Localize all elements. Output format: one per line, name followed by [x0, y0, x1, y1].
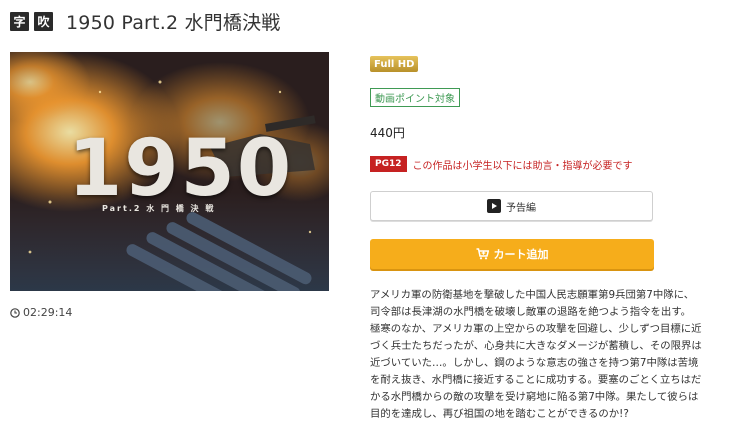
- poster-image[interactable]: 1950 Part.2 水 門 橋 決 戦: [10, 52, 329, 291]
- cart-icon: [476, 248, 489, 260]
- play-icon: [487, 199, 501, 213]
- duration-text: 02:29:14: [23, 306, 73, 319]
- pg12-badge: PG12: [370, 156, 407, 172]
- trailer-button[interactable]: 予告編: [370, 191, 653, 221]
- cart-label: カート追加: [493, 248, 549, 261]
- title-row: 字 吹 1950 Part.2 水門橋決戦: [10, 10, 281, 34]
- poster-title-text: 1950: [68, 124, 294, 214]
- subtitle-tag: 字: [10, 11, 29, 31]
- duration: 02:29:14: [10, 306, 72, 319]
- points-badge: 動画ポイント対象: [370, 88, 460, 107]
- description: アメリカ軍の防衛基地を撃破した中国人民志願軍第9兵団第7中隊に、 司令部は長津湖…: [370, 287, 722, 423]
- description-line: かる水門橋からの敵の攻撃を受け窮地に陥る第7中隊。果たして彼らは: [370, 391, 699, 403]
- add-to-cart-button[interactable]: カート追加: [370, 239, 654, 269]
- trailer-label: 予告編: [506, 202, 536, 214]
- description-line: を耐え抜き、水門橋に接近することに成功する。要塞のごとく立ちはだ: [370, 374, 702, 386]
- page-title: 1950 Part.2 水門橋決戦: [66, 11, 281, 34]
- rating-note: この作品は小学生以下には助言・指導が必要です: [412, 160, 633, 172]
- description-line: 極寒のなか、アメリカ軍の上空からの攻撃を回避し、少しずつ目標に近: [370, 323, 702, 335]
- price: 440円: [370, 126, 405, 140]
- description-line: 近づいていた…。しかし、鋼のような意志の強さを持つ第7中隊は苦境: [370, 357, 699, 369]
- full-hd-badge: Full HD: [370, 56, 419, 72]
- poster-subtitle-text: Part.2 水 門 橋 決 戦: [102, 204, 216, 213]
- description-line: づく兵士たちだったが、心身共に大きなダメージが蓄積し、その限界は: [370, 340, 702, 352]
- description-line: 司令部は長津湖の水門橋を破壊し敵軍の退路を絶つよう指令を出す。: [370, 306, 692, 318]
- dub-tag: 吹: [34, 11, 53, 31]
- rating-row: PG12 この作品は小学生以下には助言・指導が必要です: [370, 156, 633, 172]
- description-line: 目的を達成し、再び祖国の地を踏むことができるのか!?: [370, 408, 629, 420]
- description-line: アメリカ軍の防衛基地を撃破した中国人民志願軍第9兵団第7中隊に、: [370, 289, 695, 301]
- clock-icon: [10, 307, 20, 318]
